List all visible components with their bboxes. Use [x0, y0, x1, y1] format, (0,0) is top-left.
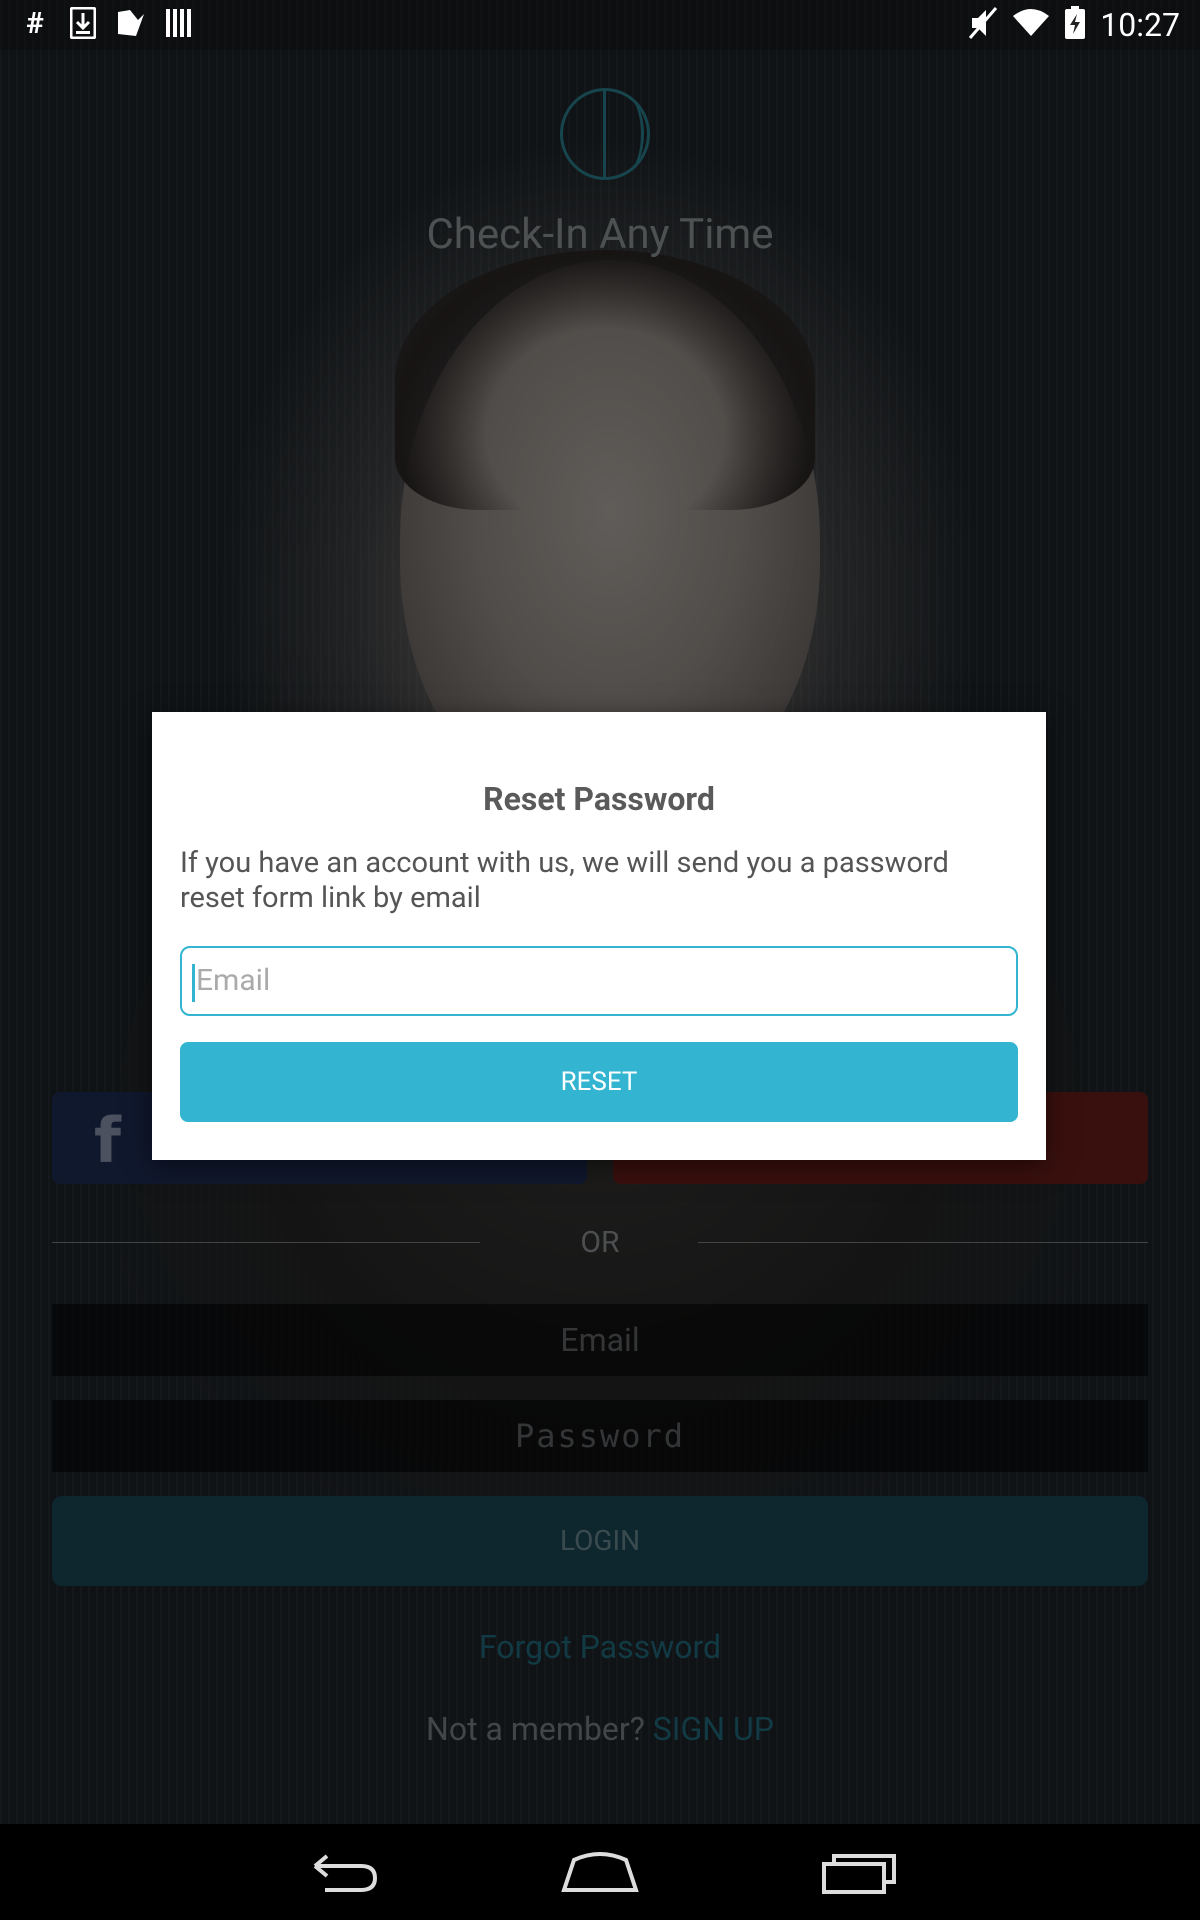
reset-email-placeholder: Email: [196, 963, 271, 998]
clock: 10:27: [1100, 6, 1180, 44]
wifi-icon: [1012, 8, 1050, 42]
status-bar: # 10:27: [0, 0, 1200, 50]
download-icon: [68, 6, 98, 40]
navigation-bar: [0, 1824, 1200, 1920]
play-store-icon: [116, 6, 146, 40]
mute-icon: [968, 6, 998, 44]
barcode-icon: [164, 6, 194, 40]
reset-email-field[interactable]: Email: [180, 946, 1018, 1016]
dialog-message: If you have an account with us, we will …: [180, 846, 949, 915]
recent-apps-icon[interactable]: [820, 1850, 900, 1894]
battery-charging-icon: [1064, 6, 1086, 44]
back-icon[interactable]: [305, 1850, 385, 1894]
reset-password-dialog: Reset Password If you have an account wi…: [152, 712, 1046, 1160]
text-cursor: [192, 964, 195, 1002]
reset-button[interactable]: RESET: [180, 1042, 1018, 1122]
dialog-title: Reset Password: [483, 780, 715, 818]
hash-icon: #: [26, 5, 44, 41]
home-icon[interactable]: [560, 1850, 640, 1894]
